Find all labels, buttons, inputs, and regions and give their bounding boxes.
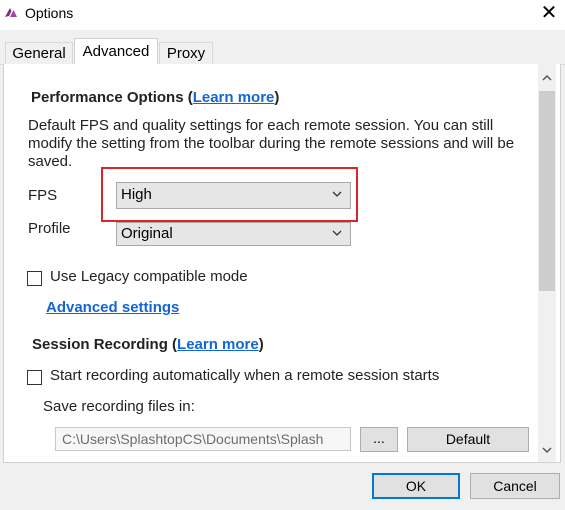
recording-path-field[interactable]: C:\Users\SplashtopCS\Documents\Splash: [55, 427, 351, 451]
splashtop-logo-icon: [5, 8, 17, 17]
scroll-up-arrow-icon[interactable]: [539, 70, 555, 86]
performance-learn-more-link[interactable]: Learn more: [193, 89, 275, 106]
fps-label: FPS: [28, 187, 58, 204]
profile-label: Profile: [28, 220, 71, 237]
ok-button[interactable]: OK: [372, 473, 460, 499]
session-recording-heading: Session Recording (Learn more): [32, 336, 264, 353]
close-icon[interactable]: ✕: [536, 2, 562, 26]
window-title: Options: [25, 5, 74, 21]
performance-description: Default FPS and quality settings for eac…: [28, 117, 515, 169]
fps-highlight-annotation: [101, 167, 358, 222]
chevron-down-icon: [332, 230, 342, 236]
default-path-button[interactable]: Default: [407, 427, 529, 452]
profile-selected-value: Original: [121, 225, 173, 242]
browse-button[interactable]: ...: [360, 427, 398, 452]
title-bar: Options ✕: [0, 0, 565, 30]
auto-record-label: Start recording automatically when a rem…: [50, 367, 440, 384]
scroll-down-arrow-icon[interactable]: [539, 442, 555, 458]
save-location-label: Save recording files in:: [43, 398, 195, 415]
tab-general[interactable]: General: [5, 42, 73, 65]
auto-record-checkbox[interactable]: [27, 370, 42, 385]
profile-dropdown[interactable]: Original: [116, 222, 351, 246]
legacy-mode-label: Use Legacy compatible mode: [50, 268, 248, 285]
scrollbar-thumb[interactable]: [539, 91, 555, 291]
performance-options-heading: Performance Options (Learn more): [31, 89, 280, 106]
tab-advanced[interactable]: Advanced: [74, 38, 158, 66]
recording-learn-more-link[interactable]: Learn more: [177, 336, 259, 353]
cancel-button[interactable]: Cancel: [470, 473, 560, 499]
advanced-settings-link[interactable]: Advanced settings: [46, 299, 179, 316]
legacy-mode-checkbox[interactable]: [27, 271, 42, 286]
tab-proxy[interactable]: Proxy: [159, 42, 213, 65]
